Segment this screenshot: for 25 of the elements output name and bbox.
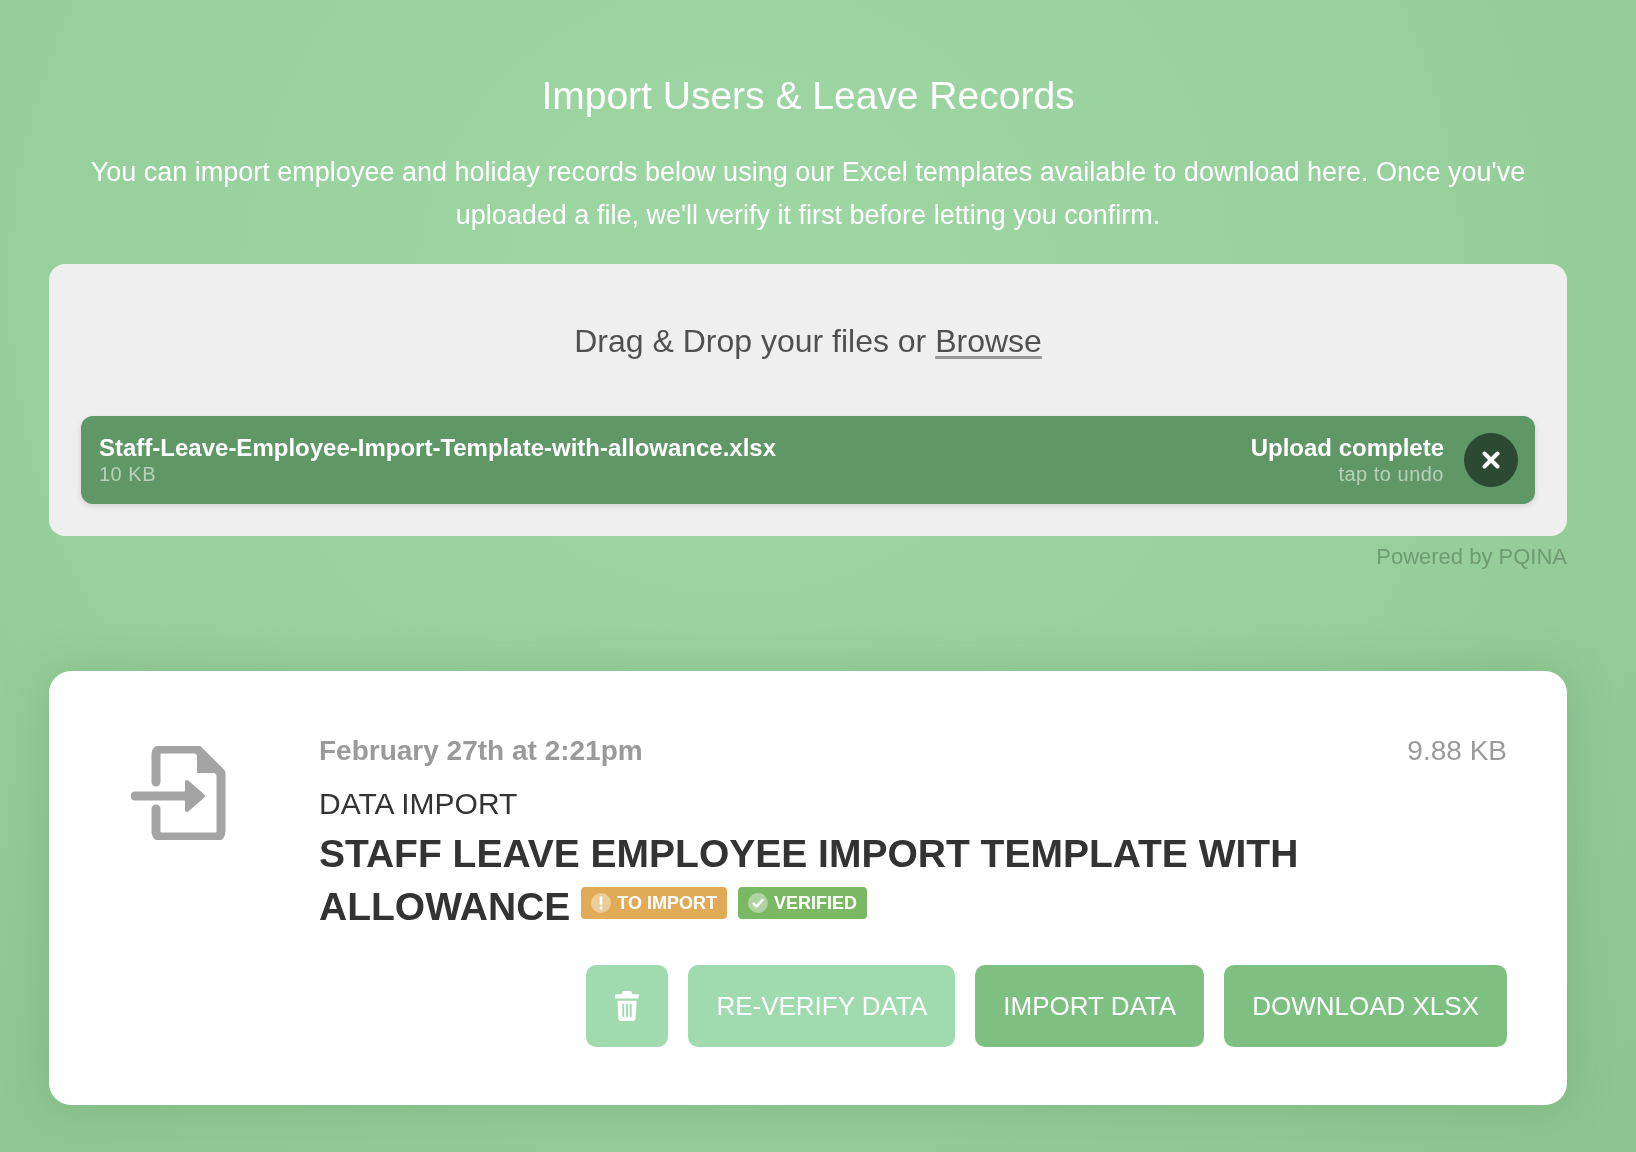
browse-link[interactable]: Browse xyxy=(935,323,1042,359)
action-button[interactable]: IMPORT DATA xyxy=(975,965,1205,1047)
remove-file-button[interactable] xyxy=(1464,433,1518,487)
action-button[interactable]: DOWNLOAD XLSX xyxy=(1224,965,1507,1047)
page-description: You can import employee and holiday records below using our Excel templates available to download here. Once you've uploaded a file, we'll verify it first before letting you confirm. xyxy=(89,156,1527,232)
import-category: DATA IMPORT xyxy=(319,786,518,822)
page-title: Import Users & Leave Records xyxy=(541,73,1075,119)
import-file-size: 9.88 KB xyxy=(1407,734,1507,768)
check-icon xyxy=(748,892,768,913)
exclamation-icon xyxy=(591,892,612,913)
file-size: 10 KB xyxy=(99,462,156,486)
upload-status: Upload complete xyxy=(1250,434,1444,462)
action-button[interactable]: RE-VERIFY DATA xyxy=(688,965,956,1047)
status-label: TO IMPORT xyxy=(617,892,717,913)
import-title: ALLOWANCE xyxy=(319,884,571,930)
file-import-icon xyxy=(131,746,226,840)
status-label: VERIFIED xyxy=(774,892,857,913)
undo-hint: tap to undo xyxy=(1338,462,1444,486)
file-name: Staff-Leave-Employee-Import-Template-with-allowance.xlsx xyxy=(99,434,777,462)
trash-icon xyxy=(615,991,640,1021)
import-title: STAFF LEAVE EMPLOYEE IMPORT TEMPLATE WITH xyxy=(319,831,1299,877)
drop-prompt: Drag & Drop your files or Browse xyxy=(574,322,1042,361)
close-icon xyxy=(1482,451,1500,469)
import-date: February 27th at 2:21pm xyxy=(319,734,643,768)
drop-zone[interactable]: Drag & Drop your files or Browse Staff-Leave-Employee-Import-Template-with-allowance.xlsx 10 KB Upload complete tap to undo xyxy=(49,264,1567,536)
